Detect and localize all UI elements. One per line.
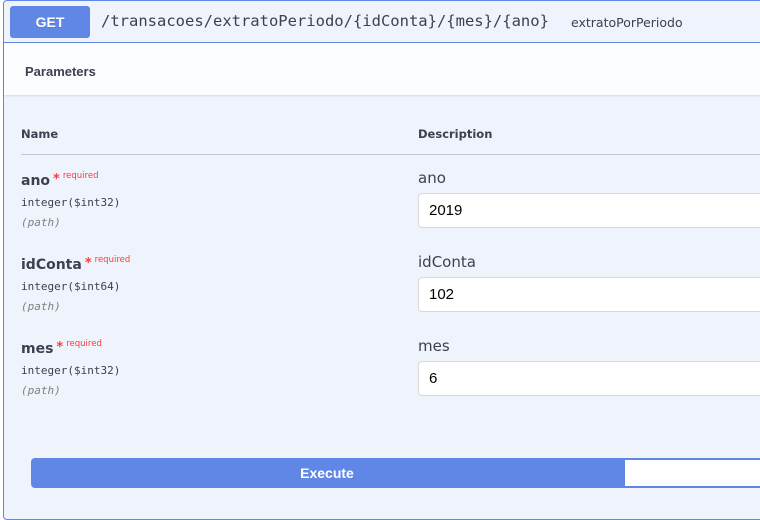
operation-id: extratoPorPeriodo bbox=[571, 15, 683, 30]
method-badge: GET bbox=[10, 6, 90, 38]
param-type-mes: integer($int32) bbox=[21, 364, 121, 377]
param-description-ano: ano bbox=[418, 169, 446, 187]
param-in-mes: (path) bbox=[21, 384, 61, 397]
param-input-ano[interactable] bbox=[418, 193, 760, 228]
param-type-idconta: integer($int64) bbox=[21, 280, 121, 293]
required-label: required bbox=[94, 255, 131, 265]
execute-button[interactable]: Execute bbox=[31, 458, 623, 488]
required-label: required bbox=[66, 339, 102, 349]
param-name-label: ano bbox=[21, 173, 51, 189]
endpoint-path: /transacoes/extratoPeriodo/{idConta}/{me… bbox=[101, 12, 549, 30]
column-header-name: Name bbox=[21, 127, 59, 141]
param-input-idconta[interactable] bbox=[418, 277, 760, 312]
required-star: * bbox=[56, 340, 64, 355]
operation-summary[interactable]: GET /transacoes/extratoPeriodo/{idConta}… bbox=[4, 1, 760, 43]
param-name-label: mes bbox=[21, 341, 54, 357]
clear-button[interactable] bbox=[623, 458, 760, 488]
param-description-mes: mes bbox=[418, 337, 450, 355]
param-name-label: idConta bbox=[21, 257, 82, 273]
param-in-idconta: (path) bbox=[21, 300, 61, 313]
param-in-ano: (path) bbox=[21, 216, 61, 229]
param-description-idconta: idConta bbox=[418, 253, 476, 271]
param-name-ano: ano * required bbox=[21, 171, 98, 189]
param-input-mes[interactable] bbox=[418, 361, 760, 396]
param-name-idconta: idConta * required bbox=[21, 255, 130, 273]
param-type-ano: integer($int32) bbox=[21, 196, 121, 209]
parameters-title: Parameters bbox=[25, 64, 96, 79]
parameters-header: Parameters bbox=[4, 43, 760, 95]
required-star: * bbox=[53, 172, 60, 187]
required-label: required bbox=[62, 171, 99, 181]
param-name-mes: mes * required bbox=[21, 339, 102, 357]
column-header-description: Description bbox=[418, 127, 493, 141]
required-star: * bbox=[84, 256, 92, 271]
header-divider bbox=[21, 154, 760, 155]
